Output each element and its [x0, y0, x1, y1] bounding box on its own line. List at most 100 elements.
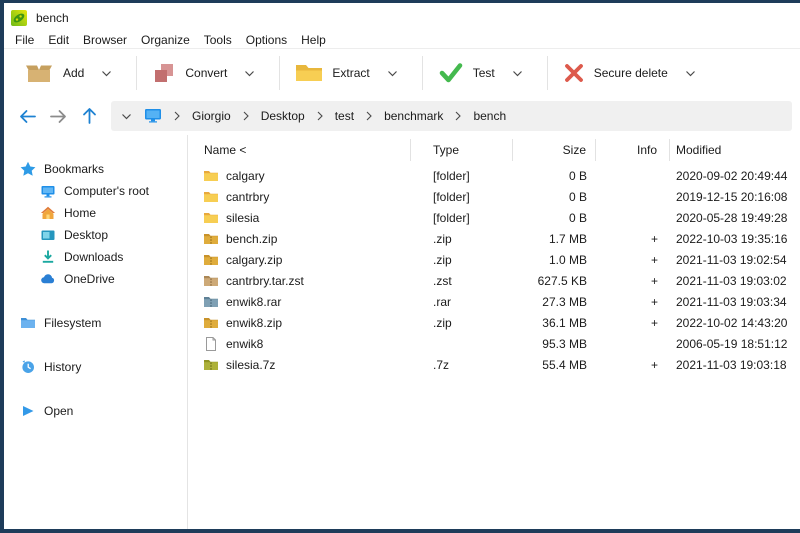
file-row-enwik8-rar[interactable]: enwik8.rar.rar27.3 MB+2021-11-03 19:03:3… — [188, 291, 800, 312]
file-row-enwik8-zip[interactable]: enwik8.zip.zip36.1 MB+2022-10-02 14:43:2… — [188, 312, 800, 333]
file-row-silesia[interactable]: silesia[folder]0 B2020-05-28 19:49:28 — [188, 207, 800, 228]
home-icon — [40, 205, 56, 221]
toolbar-separator — [136, 56, 137, 90]
file-name: bench.zip — [226, 232, 277, 246]
star-icon — [20, 161, 36, 177]
sidebar-item-label: Filesystem — [44, 316, 101, 330]
file-info: + — [596, 253, 670, 267]
menu-item-browser[interactable]: Browser — [76, 33, 134, 47]
history-icon — [20, 359, 36, 375]
file-list: calgary[folder]0 B2020-09-02 20:49:44can… — [188, 165, 800, 375]
file-type: [folder] — [411, 211, 513, 225]
secure-delete-label: Secure delete — [594, 66, 668, 80]
file-type: .rar — [411, 295, 513, 309]
sidebar-item-history[interactable]: History — [4, 356, 187, 378]
file-type: .zip — [411, 316, 513, 330]
sidebar-item-home[interactable]: Home — [4, 202, 187, 224]
secure-delete-button[interactable]: Secure delete — [551, 53, 717, 93]
monitor-icon — [40, 183, 56, 199]
file-name: enwik8 — [226, 337, 263, 351]
title-bar: bench — [4, 3, 800, 32]
file-type: [folder] — [411, 169, 513, 183]
forward-button[interactable] — [45, 103, 71, 129]
toolbar-separator — [547, 56, 548, 90]
file-row-cantrbry[interactable]: cantrbry[folder]0 B2019-12-15 20:16:08 — [188, 186, 800, 207]
file-row-bench-zip[interactable]: bench.zip.zip1.7 MB+2022-10-03 19:35:16 — [188, 228, 800, 249]
file-row-enwik8[interactable]: enwik895.3 MB2006-05-19 18:51:12 — [188, 333, 800, 354]
back-button[interactable] — [14, 103, 40, 129]
test-label: Test — [473, 66, 495, 80]
sidebar-item-label: Computer's root — [64, 184, 149, 198]
file-modified: 2020-05-28 19:49:28 — [670, 211, 800, 225]
breadcrumb-item-giorgio[interactable]: Giorgio — [190, 109, 233, 123]
breadcrumb-chevron-icon — [455, 111, 461, 121]
column-header-size[interactable]: Size — [513, 139, 596, 161]
up-button[interactable] — [76, 103, 102, 129]
convert-label: Convert — [185, 66, 227, 80]
menu-item-tools[interactable]: Tools — [197, 33, 239, 47]
toolbar-separator — [279, 56, 280, 90]
test-button[interactable]: Test — [426, 53, 544, 93]
sidebar-item-onedrive[interactable]: OneDrive — [4, 268, 187, 290]
menu-item-file[interactable]: File — [8, 33, 41, 47]
secure-delete-icon — [563, 62, 585, 84]
chevron-down-icon — [244, 70, 255, 77]
menu-item-organize[interactable]: Organize — [134, 33, 197, 47]
sidebar-item-label: History — [44, 360, 81, 374]
add-button[interactable]: Add — [12, 53, 133, 93]
play-icon — [20, 403, 36, 419]
column-header-info[interactable]: Info — [596, 139, 670, 161]
file-modified: 2021-11-03 19:03:34 — [670, 295, 800, 309]
column-header-type[interactable]: Type — [411, 139, 513, 161]
file-name: cantrbry.tar.zst — [226, 274, 304, 288]
file-name: calgary — [226, 169, 265, 183]
file-row-cantrbry-tar-zst[interactable]: cantrbry.tar.zst.zst627.5 KB+2021-11-03 … — [188, 270, 800, 291]
convert-icon — [152, 61, 176, 85]
menu-item-options[interactable]: Options — [239, 33, 294, 47]
file-modified: 2022-10-02 14:43:20 — [670, 316, 800, 330]
sidebar-item-filesystem[interactable]: Filesystem — [4, 312, 187, 334]
file-row-calgary[interactable]: calgary[folder]0 B2020-09-02 20:49:44 — [188, 165, 800, 186]
file-info: + — [596, 358, 670, 372]
file-info: + — [596, 232, 670, 246]
file-type: .7z — [411, 358, 513, 372]
address-bar[interactable]: Giorgio Desktop test benchmark bench — [111, 101, 792, 131]
file-name: enwik8.zip — [226, 316, 282, 330]
column-header-name[interactable]: Name < — [188, 139, 411, 161]
breadcrumb-item-desktop[interactable]: Desktop — [259, 109, 307, 123]
test-check-icon — [438, 62, 464, 84]
breadcrumb-chevron-icon — [243, 111, 249, 121]
folder-icon — [203, 189, 219, 205]
breadcrumb-item-bench[interactable]: bench — [471, 109, 508, 123]
column-header-modified[interactable]: Modified — [670, 139, 800, 161]
menu-item-help[interactable]: Help — [294, 33, 333, 47]
menu-item-edit[interactable]: Edit — [41, 33, 76, 47]
file-size: 55.4 MB — [513, 358, 596, 372]
file-modified: 2021-11-03 19:03:18 — [670, 358, 800, 372]
file-row-silesia-7z[interactable]: silesia.7z.7z55.4 MB+2021-11-03 19:03:18 — [188, 354, 800, 375]
file-row-calgary-zip[interactable]: calgary.zip.zip1.0 MB+2021-11-03 19:02:5… — [188, 249, 800, 270]
sidebar-item-downloads[interactable]: Downloads — [4, 246, 187, 268]
sidebar-item-computer-s-root[interactable]: Computer's root — [4, 180, 187, 202]
peazip-app-icon — [11, 10, 27, 26]
back-arrow-icon — [21, 111, 35, 122]
desktop-icon — [40, 227, 56, 243]
folder-icon — [203, 210, 219, 226]
file-size: 1.7 MB — [513, 232, 596, 246]
sidebar-item-bookmarks[interactable]: Bookmarks — [4, 158, 187, 180]
sidebar-item-desktop[interactable]: Desktop — [4, 224, 187, 246]
peazip-window: bench FileEditBrowserOrganizeToolsOption… — [0, 0, 800, 533]
sidebar-item-label: Home — [64, 206, 96, 220]
breadcrumb-item-test[interactable]: test — [333, 109, 356, 123]
add-label: Add — [63, 66, 84, 80]
extract-button[interactable]: Extract — [283, 53, 418, 93]
breadcrumb-item-benchmark[interactable]: benchmark — [382, 109, 445, 123]
convert-button[interactable]: Convert — [140, 53, 276, 93]
sidebar-item-open[interactable]: Open — [4, 400, 187, 422]
file-modified: 2020-09-02 20:49:44 — [670, 169, 800, 183]
sidebar-item-label: OneDrive — [64, 272, 115, 286]
toolbar: Add Convert Extract Test Secure delete — [4, 49, 800, 97]
add-box-icon — [24, 62, 54, 84]
zst-archive-icon — [203, 273, 219, 289]
file-size: 36.1 MB — [513, 316, 596, 330]
